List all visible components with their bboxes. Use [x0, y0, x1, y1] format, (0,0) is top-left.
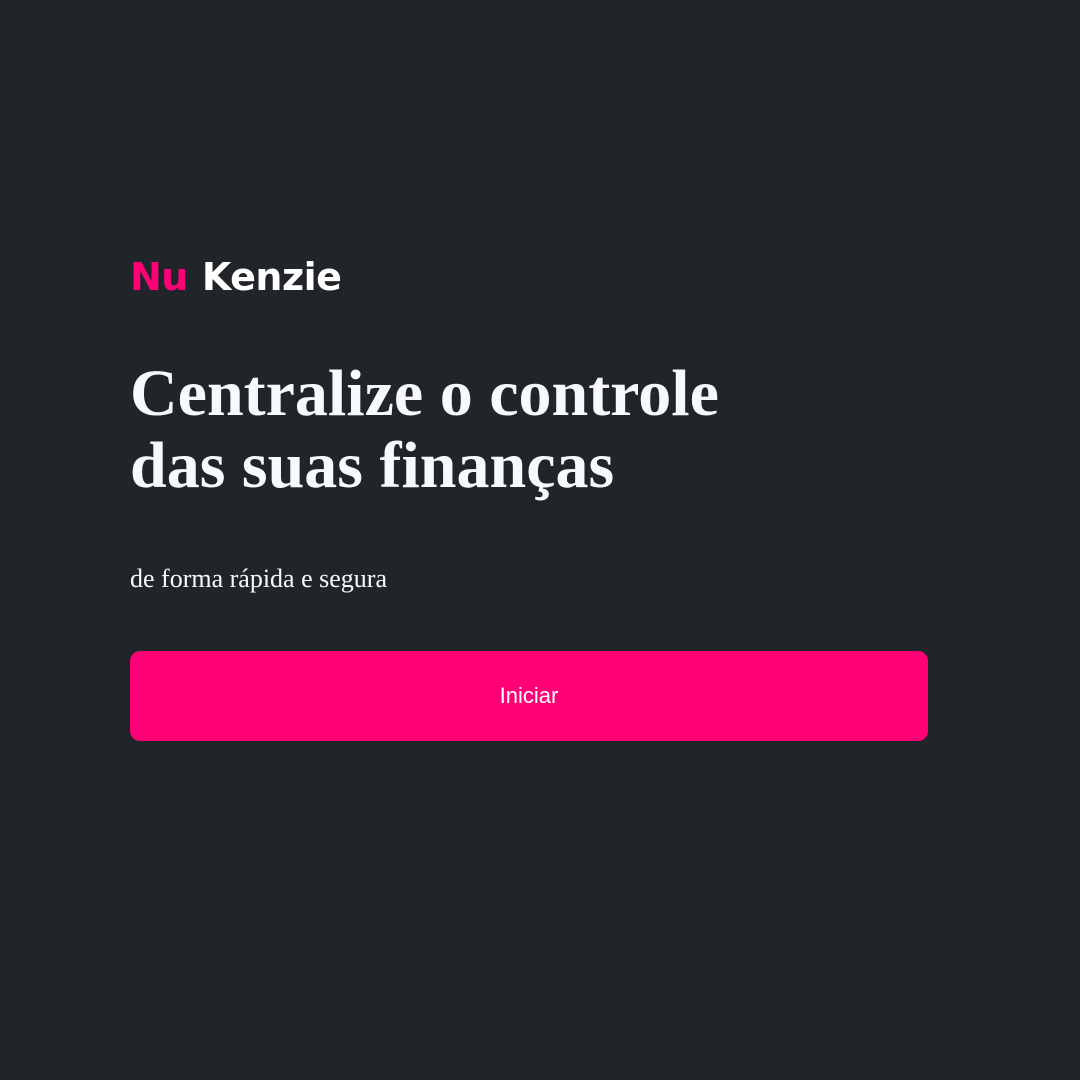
logo-nu-text: Nu [130, 255, 188, 299]
hero-headline: Centralize o controle das suas finanças [130, 358, 950, 502]
landing-page: Nu Kenzie Centralize o controle das suas… [0, 0, 1080, 1080]
hero-headline-line-1: Centralize o controle [130, 357, 719, 430]
hero-subtitle: de forma rápida e segura [130, 564, 387, 593]
logo-kenzie-text: Kenzie [201, 255, 342, 299]
start-button[interactable]: Iniciar [130, 651, 928, 741]
nu-kenzie-logo: Nu Kenzie [130, 252, 342, 302]
hero-headline-line-2: das suas finanças [130, 429, 615, 502]
